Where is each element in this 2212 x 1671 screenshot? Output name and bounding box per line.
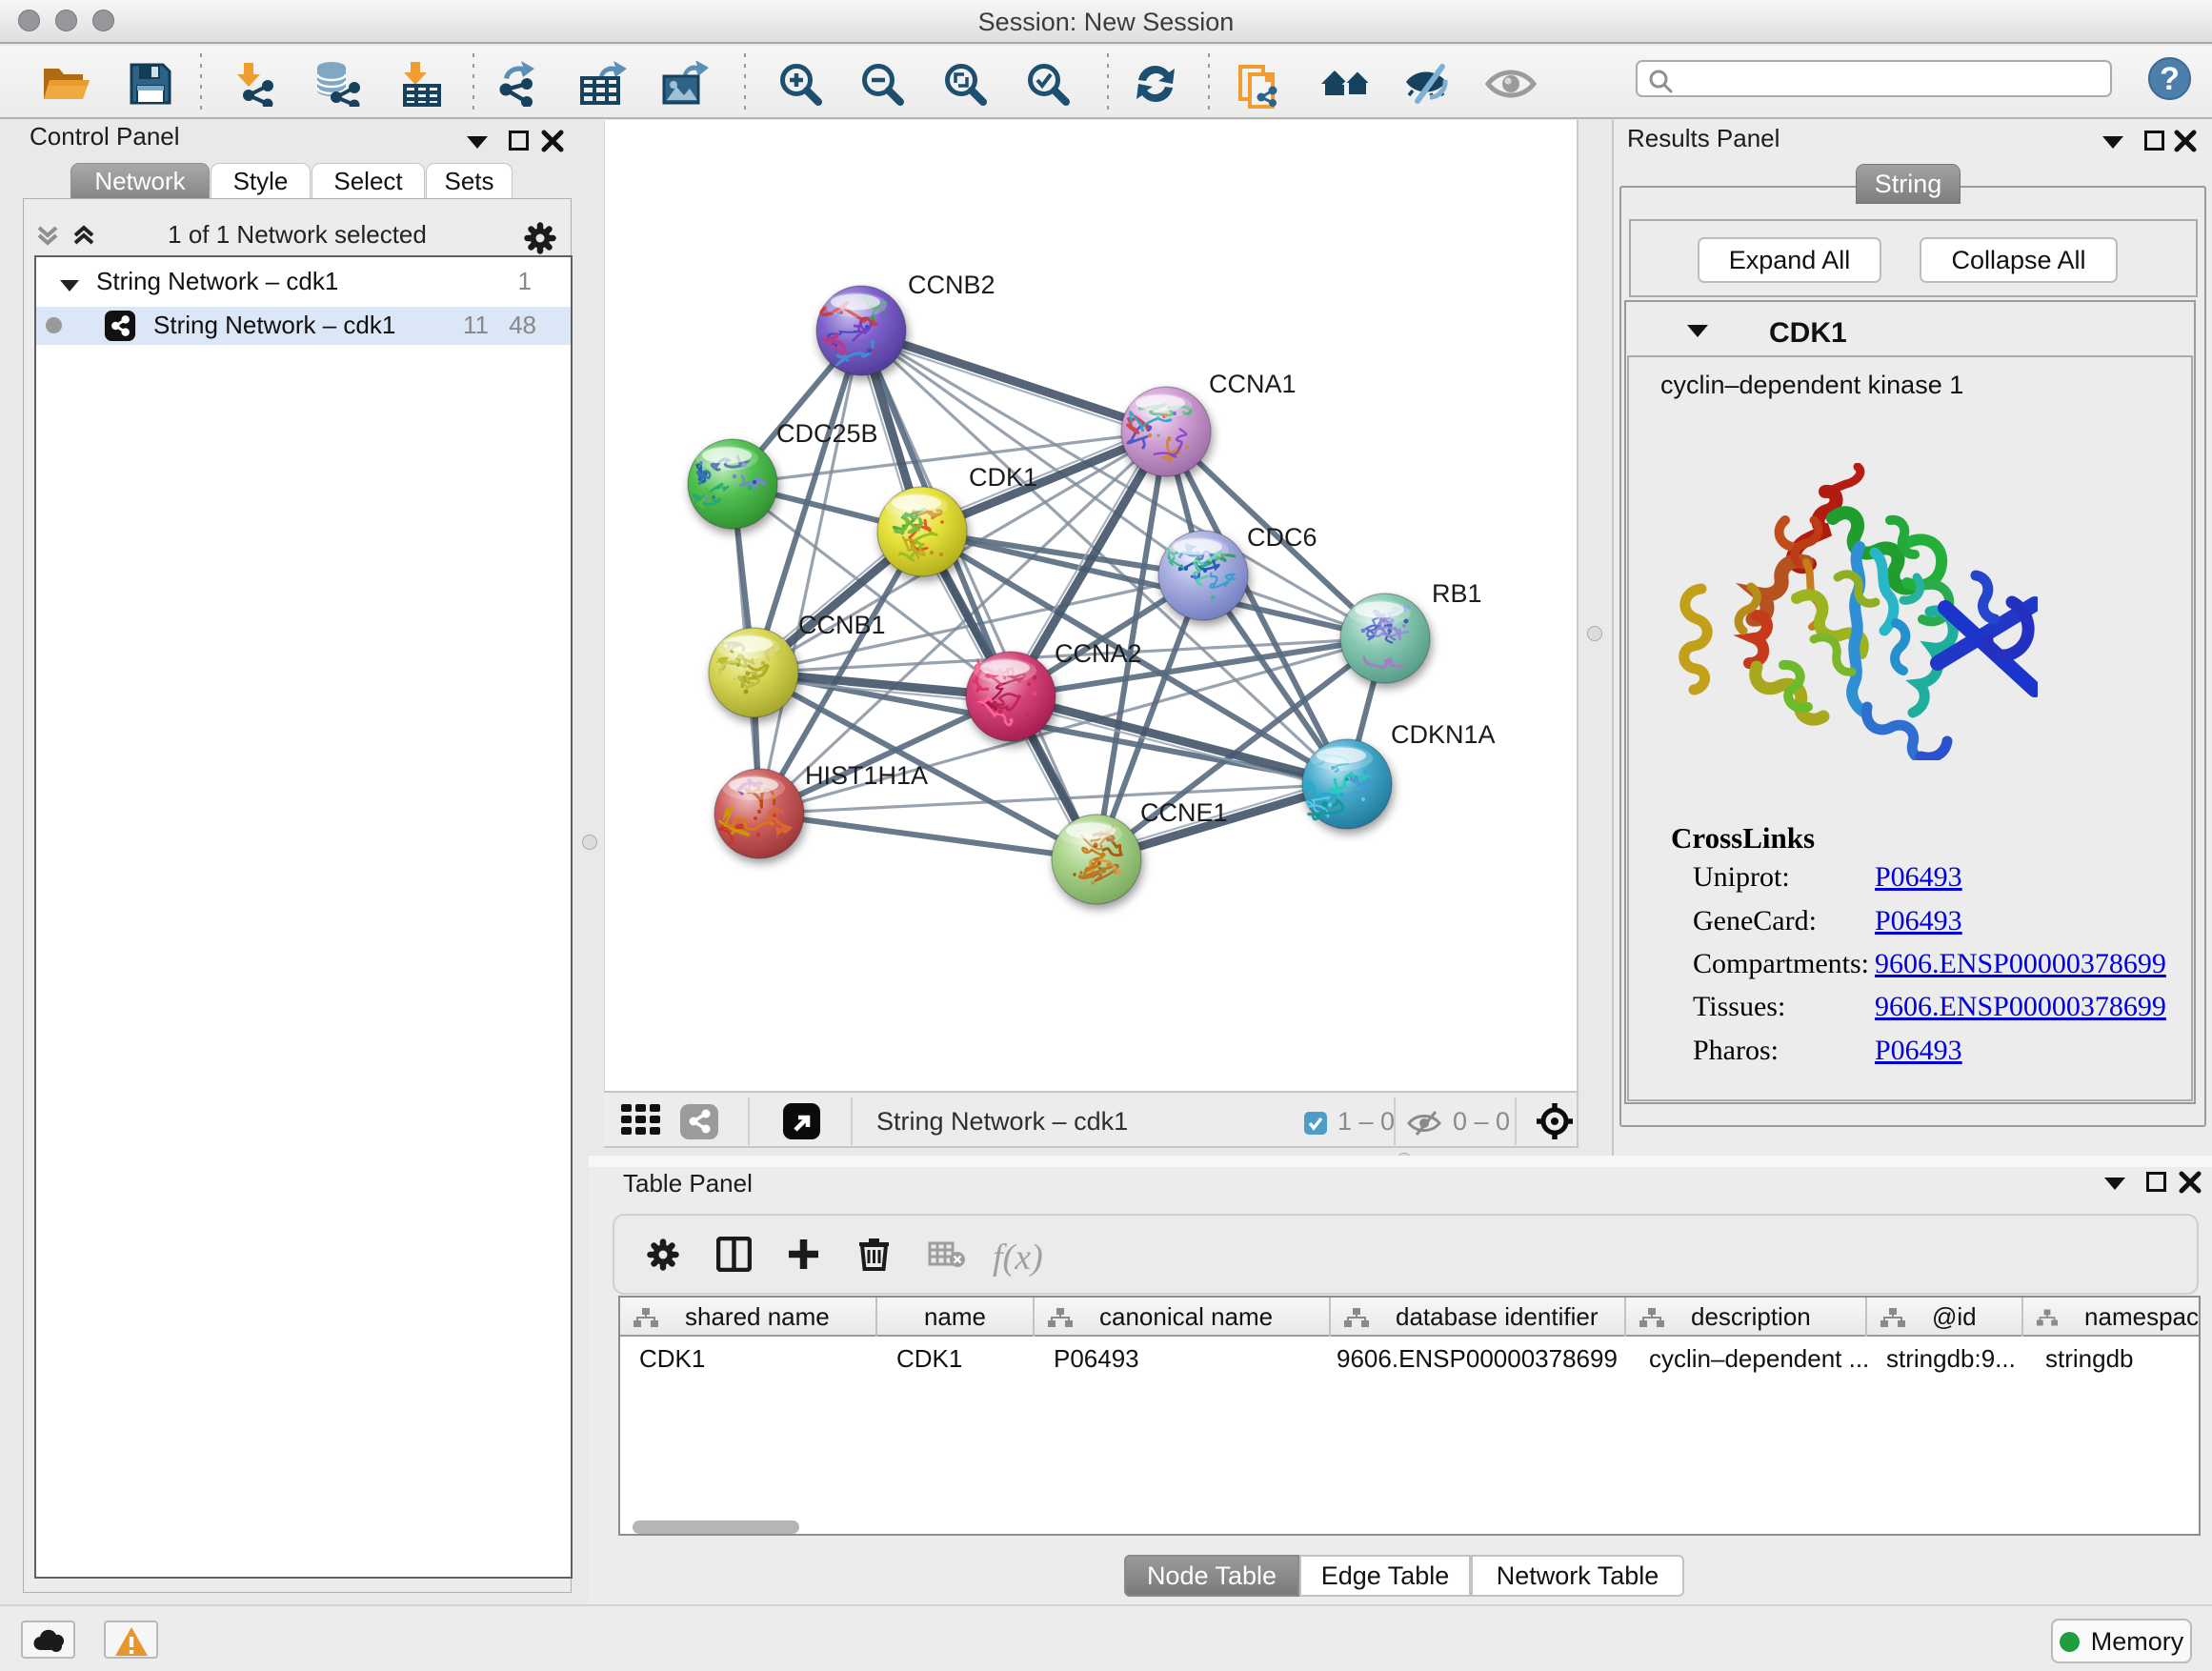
svg-text:CDK1: CDK1 [969, 463, 1037, 492]
svg-text:CCNB1: CCNB1 [798, 611, 886, 639]
svg-text:CDC6: CDC6 [1247, 523, 1317, 552]
svg-text:HIST1H1A: HIST1H1A [805, 761, 928, 790]
svg-text:CCNA2: CCNA2 [1055, 639, 1142, 668]
svg-text:CCNB2: CCNB2 [908, 271, 995, 299]
svg-text:CDKN1A: CDKN1A [1391, 720, 1496, 749]
svg-text:CCNE1: CCNE1 [1140, 798, 1228, 827]
svg-text:RB1: RB1 [1432, 579, 1482, 608]
svg-text:CDC25B: CDC25B [776, 419, 878, 448]
svg-text:CCNA1: CCNA1 [1209, 370, 1297, 398]
